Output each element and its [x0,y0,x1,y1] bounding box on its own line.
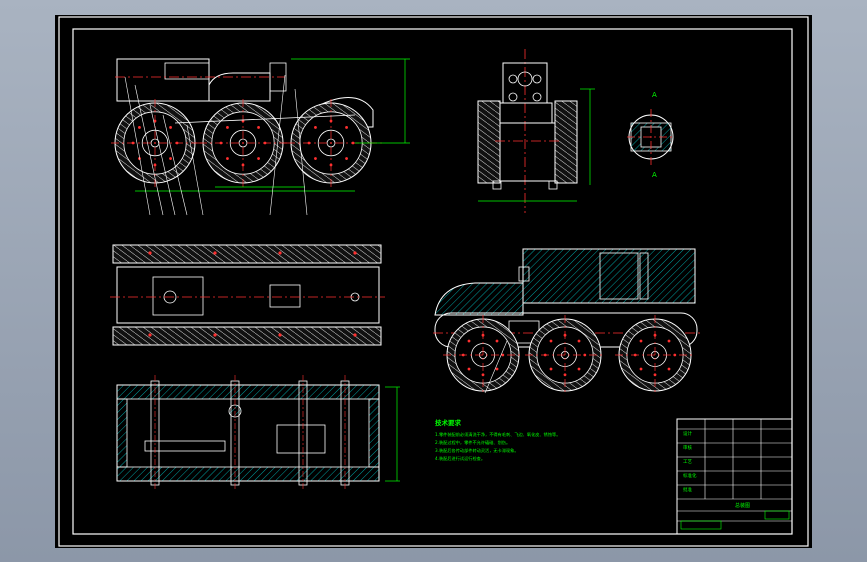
pin [278,251,282,255]
section-label-right: A [652,171,657,179]
note-2: 2.装配过程中，零件不允许磕碰、划伤。 [435,439,510,446]
pin [148,333,152,337]
tb-row-3: 工艺 [683,459,692,465]
pin [353,251,357,255]
pin [148,251,152,255]
cad-drawing: A A 技术要求 1.零件装配前必须清洗干净，不得有毛刺、飞边、氧化皮、锈蚀等。… [58,16,809,547]
side-view [477,49,595,213]
technical-notes: 技术要求 1.零件装配前必须清洗干净，不得有毛刺、飞边、氧化皮、锈蚀等。 2.装… [435,418,560,462]
pin [278,333,282,337]
tb-drawing-name: 总装图 [735,502,750,509]
right-wheel [443,315,523,395]
drawing-sheet: A A 技术要求 1.零件装配前必须清洗干净，不得有毛刺、飞边、氧化皮、锈蚀等。… [55,15,812,548]
right-wheel [525,315,605,395]
front-wheel [199,99,287,187]
top-view [110,244,385,346]
notes-heading: 技术要求 [435,418,462,427]
note-4: 4.装配后进行试运行检查。 [435,455,485,462]
note-1: 1.零件装配前必须清洗干净，不得有毛刺、飞边、氧化皮、锈蚀等。 [435,431,560,438]
pin [353,333,357,337]
front-wheel [111,99,199,187]
right-wheel [615,315,695,395]
bottom-section-view [116,375,400,489]
note-3: 3.装配后各传动部件转动灵活，无卡滞现象。 [435,447,519,454]
front-wheels [111,99,375,187]
tb-row-5: 批准 [683,486,692,493]
front-view [111,58,410,216]
section-a-a: A A [627,91,675,179]
top-view-pins [148,251,357,337]
pin [213,251,217,255]
pin [213,333,217,337]
sectioned-elevation [433,248,700,395]
tb-row-1: 设计 [683,430,692,437]
right-wheels [443,315,695,395]
tb-row-2: 审核 [683,444,692,451]
tb-row-4: 标准化 [683,472,697,479]
title-block: 设计 审核 工艺 标准化 批准 总装图 [676,418,793,535]
section-label-left: A [652,91,657,99]
